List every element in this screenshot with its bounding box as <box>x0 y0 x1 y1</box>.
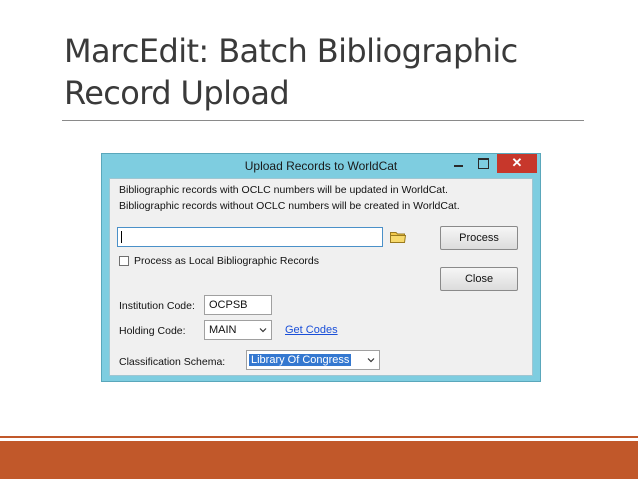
title-divider <box>62 120 584 121</box>
classification-schema-select[interactable]: Library Of Congress <box>246 350 380 370</box>
get-codes-link[interactable]: Get Codes <box>285 324 338 336</box>
process-button-label: Process <box>459 232 499 244</box>
folder-icon[interactable] <box>390 231 406 243</box>
local-records-checkbox[interactable] <box>119 256 129 266</box>
chevron-down-icon <box>259 328 267 333</box>
info-text-update: Bibliographic records with OCLC numbers … <box>119 184 448 196</box>
classification-schema-label: Classification Schema: <box>119 356 226 368</box>
dialog-body: Bibliographic records with OCLC numbers … <box>109 178 533 376</box>
classification-schema-value: Library Of Congress <box>249 354 352 366</box>
slide-title: MarcEdit: Batch Bibliographic Record Upl… <box>64 30 604 114</box>
footer-accent-bar <box>0 441 638 479</box>
file-path-input[interactable] <box>117 227 383 247</box>
footer-accent-line <box>0 436 638 438</box>
close-button[interactable]: Close <box>440 267 518 291</box>
institution-code-label: Institution Code: <box>119 300 195 312</box>
minimize-icon[interactable] <box>448 154 470 173</box>
slide-title-line-1: MarcEdit: Batch Bibliographic <box>64 32 518 70</box>
chevron-down-icon <box>367 358 375 363</box>
institution-code-field[interactable]: OCPSB <box>204 295 272 315</box>
info-text-create: Bibliographic records without OCLC numbe… <box>119 200 460 212</box>
slide-title-line-2: Record Upload <box>64 74 290 112</box>
dialog-titlebar[interactable]: Upload Records to WorldCat ✕ <box>102 154 540 178</box>
holding-code-label: Holding Code: <box>119 325 186 337</box>
close-button-label: Close <box>464 273 494 285</box>
holding-code-value: MAIN <box>209 324 237 336</box>
text-caret <box>121 231 122 243</box>
close-icon[interactable]: ✕ <box>497 154 537 173</box>
local-records-checkbox-label[interactable]: Process as Local Bibliographic Records <box>134 254 319 268</box>
process-button[interactable]: Process <box>440 226 518 250</box>
upload-records-dialog: Upload Records to WorldCat ✕ Bibliograph… <box>101 153 541 382</box>
holding-code-select[interactable]: MAIN <box>204 320 272 340</box>
maximize-icon[interactable] <box>472 154 494 173</box>
